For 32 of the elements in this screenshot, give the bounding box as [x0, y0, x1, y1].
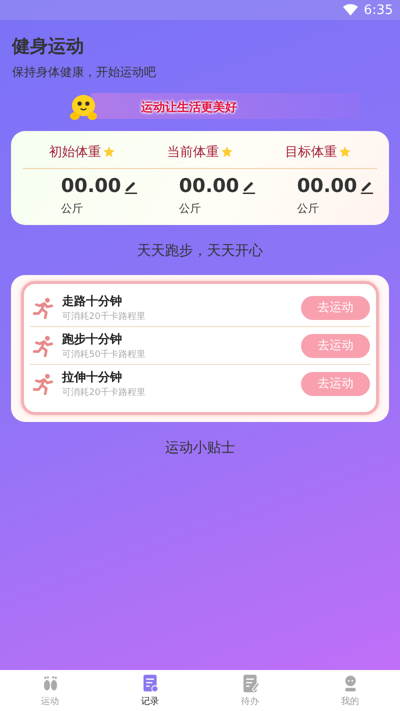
- weight-label: 当前体重: [167, 144, 219, 161]
- weight-label: 目标体重: [285, 144, 337, 161]
- tab-item[interactable]: 我的: [300, 670, 400, 711]
- running-person-icon: [32, 334, 54, 356]
- weight-label: 初始体重: [49, 144, 101, 161]
- weight-unit: 公斤: [61, 201, 83, 216]
- slogan-text: 天天跑步，天天开心: [136, 242, 264, 260]
- weight-unit: 公斤: [297, 201, 319, 216]
- start-exercise-button[interactable]: 去运动: [301, 334, 370, 358]
- page-title: 健身运动: [12, 35, 85, 58]
- exercise-detail: 可消耗20千卡路程里: [62, 386, 146, 398]
- running-person-icon: [32, 296, 54, 318]
- exercise-title: 拉伸十分钟: [62, 368, 123, 386]
- wifi-icon: [342, 4, 358, 16]
- banner-text: 运动让生活更美好: [141, 100, 237, 114]
- exercise-title: 走路十分钟: [62, 292, 123, 310]
- tab-item[interactable]: 记录: [100, 670, 200, 711]
- weight-value: 00.00: [179, 175, 240, 197]
- tips-heading: 运动小贴士: [164, 439, 236, 457]
- exercise-detail: 可消耗50千卡路程里: [62, 348, 146, 360]
- running-person-icon: [32, 372, 54, 394]
- tab-item[interactable]: 运动: [0, 670, 100, 711]
- weight-unit: 公斤: [179, 201, 201, 216]
- exercise-detail: 可消耗20千卡路程里: [62, 310, 146, 322]
- weight-value: 00.00: [61, 175, 122, 197]
- tab-item[interactable]: 待办: [200, 670, 300, 711]
- start-exercise-button[interactable]: 去运动: [301, 372, 370, 396]
- status-time: 6:35: [364, 2, 393, 18]
- page-subtitle: 保持身体健康，开始运动吧: [12, 64, 157, 81]
- exercise-title: 跑步十分钟: [62, 330, 123, 348]
- weight-value: 00.00: [297, 175, 358, 197]
- start-exercise-button[interactable]: 去运动: [301, 296, 370, 320]
